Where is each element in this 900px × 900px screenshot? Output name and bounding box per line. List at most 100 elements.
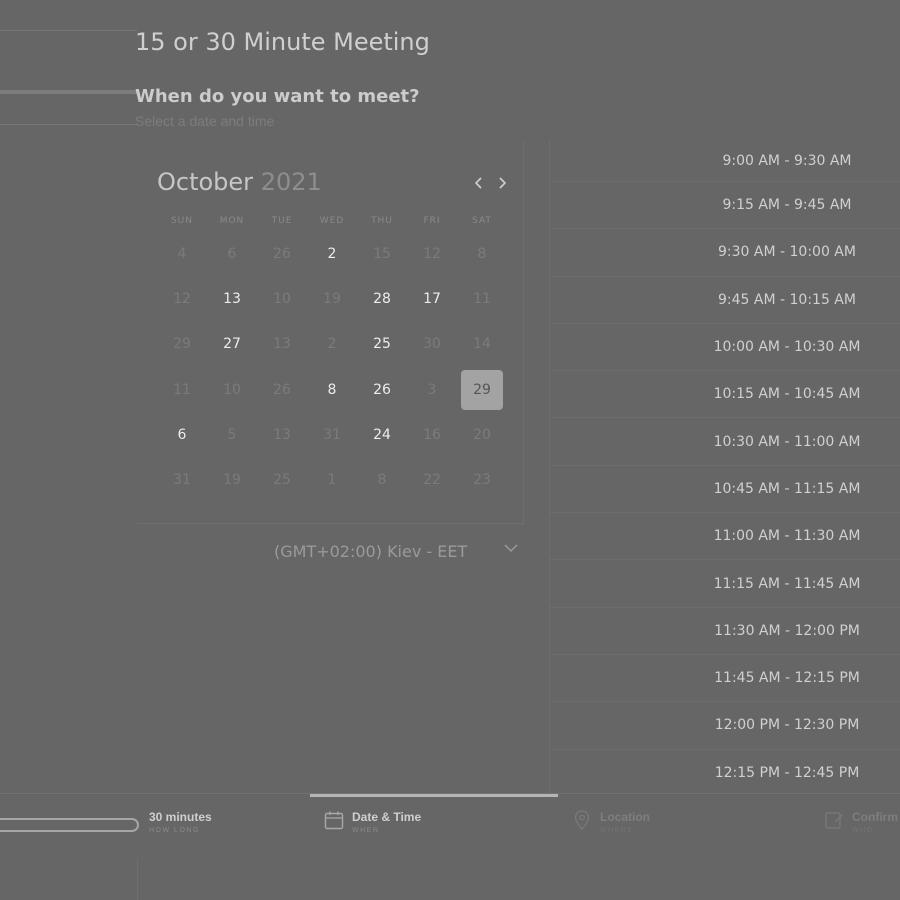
calendar-day[interactable]: 26 (357, 367, 407, 412)
calendar-day-number: 27 (223, 336, 241, 353)
time-slot[interactable]: 10:30 AM - 11:00 AM (550, 418, 900, 466)
calendar-day-number: 23 (473, 472, 491, 489)
calendar-day-number: 13 (273, 426, 291, 443)
calendar-day: 13 (257, 322, 307, 367)
left-divider (0, 30, 137, 31)
step-location[interactable]: Location WHERE (572, 810, 650, 834)
calendar-day-number: 10 (273, 290, 291, 307)
calendar-day: 3 (407, 367, 457, 412)
calendar-day-number: 29 (173, 336, 191, 353)
calendar-day: 10 (207, 367, 257, 412)
calendar-day: 31 (307, 412, 357, 457)
step-confirm-title: Confirm (852, 810, 898, 824)
calendar-day[interactable]: 2 (307, 231, 357, 276)
calendar-day: 4 (157, 231, 207, 276)
time-slot[interactable]: 10:00 AM - 10:30 AM (550, 324, 900, 372)
time-slot[interactable]: 12:15 PM - 12:45 PM (550, 750, 900, 795)
calendar-day: 25 (257, 457, 307, 502)
day-grid: 4 6 26 2 15 12 8 12 13 10 19 28 17 11 29 27 13 2 25 30 14 11 1… (157, 231, 507, 503)
calendar-day-number: 31 (323, 426, 341, 443)
calendar-day: 31 (157, 457, 207, 502)
calendar-day-number: 13 (273, 336, 291, 353)
calendar-day: 1 (307, 457, 357, 502)
step-duration-sub: HOW LONG (149, 827, 200, 834)
page-title: 15 or 30 Minute Meeting (135, 28, 430, 56)
next-month-button[interactable] (492, 172, 512, 194)
calendar-day-number: 12 (173, 290, 191, 307)
calendar-day: 11 (157, 367, 207, 412)
section-title: When do you want to meet? (135, 86, 420, 107)
calendar-day: 23 (457, 457, 507, 502)
timezone-select[interactable]: (GMT+02:00) Kiev - EET (137, 536, 524, 568)
calendar-day-number: 6 (227, 245, 237, 262)
calendar-day-number: 26 (273, 381, 291, 398)
time-slot[interactable]: 9:45 AM - 10:15 AM (550, 277, 900, 324)
time-slot[interactable]: 11:45 AM - 12:15 PM (550, 655, 900, 703)
calendar-day[interactable]: 25 (357, 322, 407, 367)
calendar-day[interactable]: 24 (357, 412, 407, 457)
calendar-day-number: 25 (373, 336, 391, 353)
calendar-day: 26 (257, 367, 307, 412)
time-slot[interactable]: 11:00 AM - 11:30 AM (550, 513, 900, 561)
calendar-day: 8 (357, 457, 407, 502)
weekday-header: SUN MON TUE WED THU FRI SAT (157, 216, 507, 226)
calendar-day-number: 3 (427, 381, 437, 398)
calendar-day-selected[interactable]: 29 (457, 367, 507, 412)
calendar-day-number: 31 (173, 472, 191, 489)
calendar-day: 12 (407, 231, 457, 276)
calendar-day[interactable]: 13 (207, 276, 257, 321)
time-slot[interactable]: 10:45 AM - 11:15 AM (550, 466, 900, 514)
calendar-day-number: 29 (461, 369, 503, 410)
calendar-day-number: 20 (473, 426, 491, 443)
calendar-day: 10 (257, 276, 307, 321)
calendar-day-number: 11 (473, 290, 491, 307)
step-duration-title: 30 minutes (149, 810, 212, 824)
weekday-label: WED (319, 216, 345, 226)
calendar-day: 29 (157, 322, 207, 367)
chevron-left-icon (474, 177, 482, 189)
calendar-day: 14 (457, 322, 507, 367)
calendar-day: 6 (207, 231, 257, 276)
calendar-day-number: 26 (373, 381, 391, 398)
step-navigation: 30 minutes HOW LONG Date & Time WHEN Loc… (0, 793, 900, 900)
calendar-day-number: 8 (377, 472, 387, 489)
time-slot[interactable]: 12:00 PM - 12:30 PM (550, 702, 900, 750)
calendar-day: 19 (307, 276, 357, 321)
calendar-icon (324, 810, 344, 830)
calendar-day-number: 22 (423, 472, 441, 489)
time-slot[interactable]: 9:15 AM - 9:45 AM (550, 182, 900, 230)
step-location-sub: WHERE (600, 827, 634, 834)
calendar-day[interactable]: 8 (307, 367, 357, 412)
timezone-label: (GMT+02:00) Kiev - EET (274, 542, 468, 561)
step-confirm-sub: WHO (852, 827, 874, 834)
calendar-day[interactable]: 17 (407, 276, 457, 321)
step-confirm[interactable]: Confirm WHO (824, 810, 898, 834)
calendar-day: 13 (257, 412, 307, 457)
calendar-day: 8 (457, 231, 507, 276)
location-pin-icon (572, 810, 592, 830)
active-step-indicator (310, 794, 558, 797)
calendar-day[interactable]: 27 (207, 322, 257, 367)
calendar-day: 15 (357, 231, 407, 276)
time-slot[interactable]: 11:15 AM - 11:45 AM (550, 560, 900, 608)
calendar-day: 11 (457, 276, 507, 321)
left-divider (0, 124, 137, 125)
calendar-day-number: 12 (423, 245, 441, 262)
step-duration[interactable]: 30 minutes HOW LONG (149, 810, 212, 834)
calendar-day[interactable]: 28 (357, 276, 407, 321)
time-slot[interactable]: 9:30 AM - 10:00 AM (550, 229, 900, 277)
step-date-time-sub: WHEN (352, 827, 380, 834)
calendar-day[interactable]: 6 (157, 412, 207, 457)
calendar-day-number: 5 (227, 426, 237, 443)
time-slot[interactable]: 10:15 AM - 10:45 AM (550, 371, 900, 419)
time-slot[interactable]: 11:30 AM - 12:00 PM (550, 608, 900, 655)
step-date-time[interactable]: Date & Time WHEN (324, 810, 421, 834)
calendar-day-number: 13 (223, 290, 241, 307)
calendar-day: 30 (407, 322, 457, 367)
prev-month-button[interactable] (469, 172, 489, 194)
calendar-day: 2 (307, 322, 357, 367)
bottom-divider (137, 858, 138, 900)
month-label: October (157, 168, 254, 196)
time-slot[interactable]: 9:00 AM - 9:30 AM (550, 140, 900, 182)
calendar-day-number: 1 (327, 472, 337, 489)
